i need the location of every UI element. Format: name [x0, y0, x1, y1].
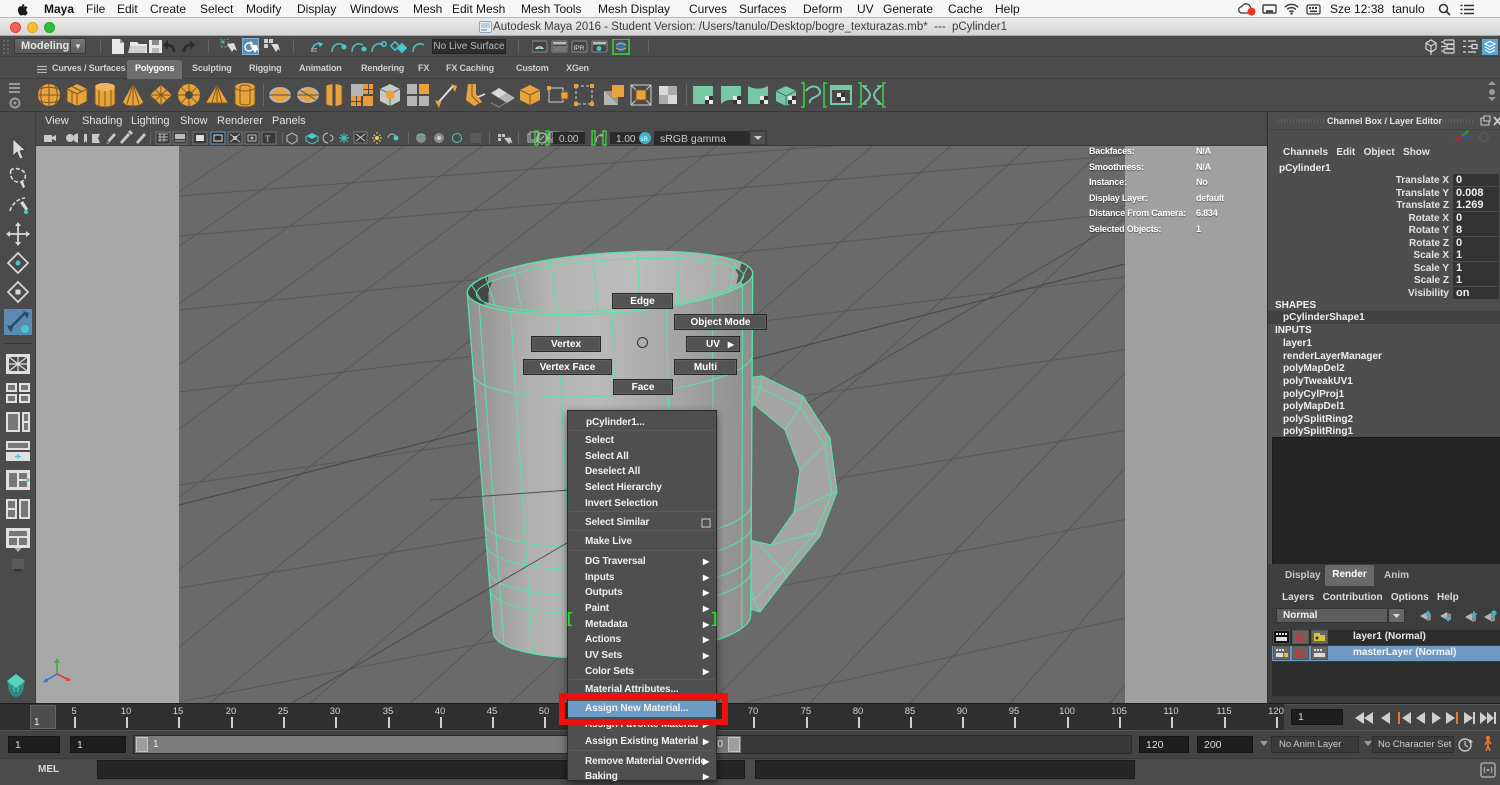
svg-text:sRGB gamma: sRGB gamma	[660, 133, 726, 145]
svg-text:sR: sR	[641, 137, 649, 143]
svg-text:0.00: 0.00	[559, 134, 579, 145]
svg-text:T: T	[265, 134, 271, 144]
svg-text:1.00: 1.00	[616, 134, 636, 145]
svg-text:IPR: IPR	[574, 45, 585, 52]
